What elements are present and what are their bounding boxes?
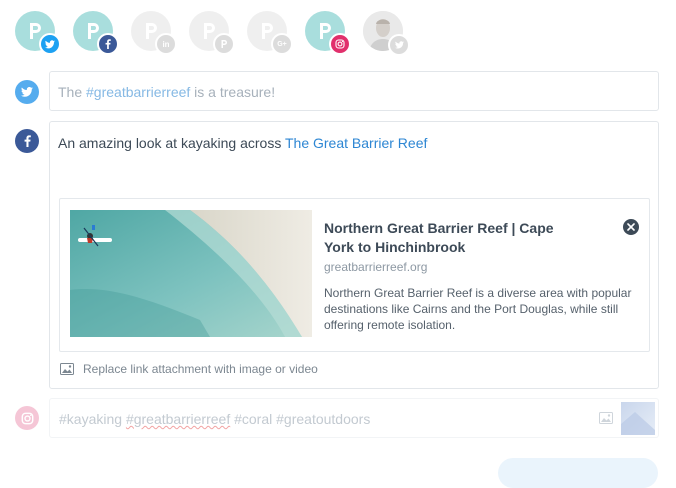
twitter-post-suffix: is a treasure!	[190, 84, 276, 100]
link-preview-description: Northern Great Barrier Reef is a diverse…	[324, 286, 632, 332]
facebook-network-icon	[15, 129, 39, 153]
facebook-post-body: An amazing look at kayaking across	[58, 135, 285, 151]
link-preview-image	[70, 210, 312, 337]
instagram-hashtag[interactable]: #greatoutdoors	[276, 411, 370, 427]
image-icon[interactable]	[599, 412, 613, 424]
instagram-hashtag[interactable]: #coral	[234, 411, 272, 427]
account-google-plus[interactable]: G+	[247, 11, 293, 55]
account-pinterest[interactable]	[189, 11, 235, 55]
link-preview-card: Northern Great Barrier Reef | Cape York …	[59, 198, 650, 352]
twitter-network-icon	[15, 80, 39, 104]
instagram-network-icon	[15, 406, 39, 430]
twitter-post-text: The #greatbarrierreef is a treasure!	[58, 84, 275, 100]
replace-link-attachment-button[interactable]: Replace link attachment with image or vi…	[60, 362, 318, 376]
account-twitter[interactable]	[15, 11, 61, 55]
replace-link-label: Replace link attachment with image or vi…	[83, 362, 318, 376]
instagram-post-text: #kayaking #greatbarrierreef #coral #grea…	[59, 411, 370, 427]
facebook-post-text: An amazing look at kayaking across The G…	[58, 135, 427, 151]
account-facebook[interactable]	[73, 11, 119, 55]
twitter-hashtag[interactable]: #greatbarrierreef	[86, 84, 190, 100]
linkedin-badge-icon: in	[155, 33, 177, 55]
instagram-badge-icon	[329, 33, 351, 55]
account-instagram[interactable]	[305, 11, 351, 55]
facebook-badge-icon	[97, 33, 119, 55]
account-twitter-personal[interactable]	[363, 11, 410, 56]
twitter-post-prefix: The	[58, 84, 87, 100]
instagram-media-thumbnail[interactable]	[621, 402, 655, 435]
schedule-post-button[interactable]	[498, 458, 658, 488]
link-preview-domain: greatbarrierreef.org	[324, 260, 428, 274]
twitter-badge-icon	[39, 33, 61, 55]
twitter-badge-icon	[388, 34, 410, 56]
account-linkedin[interactable]: in	[131, 11, 177, 55]
pinterest-badge-icon	[213, 33, 235, 55]
instagram-hashtag[interactable]: #greatbarrierreef	[126, 411, 230, 427]
instagram-hashtag[interactable]: #kayaking	[59, 411, 122, 427]
remove-link-preview-button[interactable]	[623, 219, 639, 235]
facebook-post-link[interactable]: The Great Barrier Reef	[285, 135, 427, 151]
google-plus-badge-icon: G+	[271, 33, 293, 55]
link-preview-title[interactable]: Northern Great Barrier Reef | Cape York …	[324, 219, 584, 257]
close-icon	[627, 223, 635, 231]
twitter-post-editor[interactable]: The #greatbarrierreef is a treasure!	[49, 71, 659, 111]
image-icon	[60, 363, 74, 375]
